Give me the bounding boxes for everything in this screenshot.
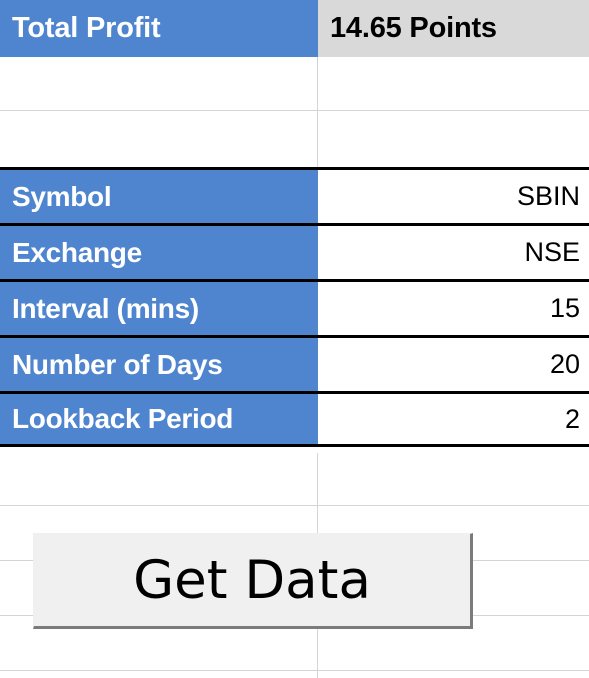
parameter-value-symbol[interactable]: SBIN bbox=[318, 170, 589, 223]
parameter-label-interval: Interval (mins) bbox=[0, 282, 318, 335]
parameter-label-symbol: Symbol bbox=[0, 170, 318, 223]
parameter-label-lookback-period: Lookback Period bbox=[0, 394, 318, 444]
parameter-value-number-of-days[interactable]: 20 bbox=[318, 338, 589, 391]
table-row: Number of Days 20 bbox=[0, 335, 589, 391]
parameters-table: Symbol SBIN Exchange NSE Interval (mins)… bbox=[0, 167, 589, 447]
table-row: Lookback Period 2 bbox=[0, 391, 589, 447]
gridline-column bbox=[317, 57, 318, 167]
gridline-row bbox=[0, 505, 589, 506]
total-profit-value: 14.65 Points bbox=[318, 0, 589, 57]
parameter-label-number-of-days: Number of Days bbox=[0, 338, 318, 391]
parameter-value-lookback-period[interactable]: 2 bbox=[318, 394, 589, 444]
parameter-label-exchange: Exchange bbox=[0, 226, 318, 279]
parameter-value-interval[interactable]: 15 bbox=[318, 282, 589, 335]
table-row: Symbol SBIN bbox=[0, 167, 589, 223]
gridline-row bbox=[0, 670, 589, 671]
total-profit-label: Total Profit bbox=[0, 0, 318, 57]
get-data-button[interactable]: Get Data bbox=[33, 533, 473, 629]
parameter-value-exchange[interactable]: NSE bbox=[318, 226, 589, 279]
gridline-row bbox=[0, 110, 589, 111]
table-row: Interval (mins) 15 bbox=[0, 279, 589, 335]
spreadsheet-canvas: Total Profit 14.65 Points Symbol SBIN Ex… bbox=[0, 0, 589, 678]
table-row: Exchange NSE bbox=[0, 223, 589, 279]
